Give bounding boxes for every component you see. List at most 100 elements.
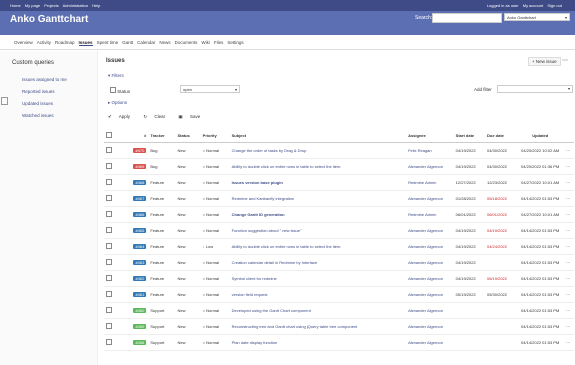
row-checkbox[interactable] xyxy=(106,211,112,217)
row-actions-icon[interactable]: ⋯ xyxy=(564,142,574,159)
status-checkbox[interactable] xyxy=(110,87,116,93)
row-select[interactable] xyxy=(104,270,116,287)
top-link-help[interactable]: Help xyxy=(92,3,100,8)
sidebar-item-updated[interactable]: Updated issues xyxy=(22,98,97,110)
row-checkbox[interactable] xyxy=(106,179,112,185)
row-actions-icon[interactable]: ⋯ xyxy=(564,334,574,351)
issue-subject-link[interactable]: Redmine and Kanbanfly integration xyxy=(232,196,295,201)
table-row[interactable]: #464 Feature New ↓ Low Ability to double cli… xyxy=(104,238,574,255)
issue-id-badge[interactable]: #470 xyxy=(133,148,147,153)
row-actions-icon[interactable]: ⋯ xyxy=(564,286,574,303)
tab-spent-time[interactable]: Spent time xyxy=(97,40,119,45)
row-checkbox[interactable] xyxy=(106,195,112,201)
issue-subject-link[interactable]: Reconstructing tree and Gantt chart usin… xyxy=(232,324,358,329)
tab-wiki[interactable]: Wiki xyxy=(201,40,210,45)
issue-subject-link[interactable]: Change Gantt ID generation xyxy=(232,212,285,217)
issue-subject-link[interactable]: Issues version base plugin xyxy=(232,180,283,185)
table-row[interactable]: #467 Feature New = Normal Redmine and Kanban… xyxy=(104,190,574,207)
row-actions-icon[interactable]: ⋯ xyxy=(564,238,574,255)
assignee-link[interactable]: Alexander Algernon xyxy=(408,276,443,281)
table-row[interactable]: #459 Support New = Normal Reconstructing tre… xyxy=(104,318,574,335)
issue-subject-link[interactable]: Ability to double click on entire rows i… xyxy=(232,164,342,169)
row-actions-icon[interactable]: ⋯ xyxy=(564,318,574,335)
issue-subject-link[interactable]: Ability to double click on entire rows i… xyxy=(232,244,342,249)
issue-id-badge[interactable]: #458 xyxy=(133,340,147,345)
select-all-header[interactable] xyxy=(104,129,116,143)
row-checkbox[interactable] xyxy=(106,163,112,169)
tab-roadmap[interactable]: Roadmap xyxy=(55,40,75,45)
row-actions-icon[interactable]: ⋯ xyxy=(564,206,574,223)
apply-button[interactable]: ✔ Apply xyxy=(108,114,136,119)
sidebar-item-reported[interactable]: Reported issues xyxy=(22,86,97,98)
col-assignee[interactable]: Assignee xyxy=(406,129,454,143)
assignee-link[interactable]: Redmine Admin xyxy=(408,212,436,217)
tab-overview[interactable]: Overview xyxy=(14,40,33,45)
assignee-link[interactable]: Alexander Algernon xyxy=(408,260,443,265)
row-select[interactable] xyxy=(104,190,116,207)
tab-gantt[interactable]: Gantt xyxy=(122,40,133,45)
issue-id-badge[interactable]: #467 xyxy=(133,196,147,201)
row-select[interactable] xyxy=(104,318,116,335)
table-row[interactable]: #468 Feature New = Normal Issues version bas… xyxy=(104,174,574,191)
tab-files[interactable]: Files xyxy=(214,40,224,45)
row-actions-icon[interactable]: ⋯ xyxy=(564,174,574,191)
table-row[interactable]: #462 Feature New = Normal Symbol client for … xyxy=(104,270,574,287)
row-checkbox[interactable] xyxy=(106,147,112,153)
table-row[interactable]: #465 Feature New = Normal Function suggestio… xyxy=(104,222,574,239)
row-checkbox[interactable] xyxy=(106,227,112,233)
tab-issues[interactable]: Issues xyxy=(78,40,93,46)
issue-id-badge[interactable]: #459 xyxy=(133,324,147,329)
assignee-link[interactable]: Alexander Algernon xyxy=(408,308,443,313)
assignee-link[interactable]: Alexander Algernon xyxy=(408,340,443,345)
assignee-link[interactable]: Felix Reagan xyxy=(408,148,432,153)
row-select[interactable] xyxy=(104,142,116,159)
assignee-link[interactable]: Alexander Algernon xyxy=(408,164,443,169)
search-input[interactable] xyxy=(432,13,502,23)
issue-id-badge[interactable]: #460 xyxy=(133,308,147,313)
top-link-admin[interactable]: Administration xyxy=(63,3,88,8)
issue-id-badge[interactable]: #461 xyxy=(133,292,147,297)
col-priority[interactable]: Priority xyxy=(200,129,230,143)
table-row[interactable]: #460 Support New = Normal Developed using th… xyxy=(104,302,574,319)
issue-subject-link[interactable]: Function suggestion about " new issue" xyxy=(232,228,302,233)
issue-id-badge[interactable]: #463 xyxy=(133,260,147,265)
sign-out-link[interactable]: Sign out xyxy=(547,3,562,8)
tab-documents[interactable]: Documents xyxy=(175,40,198,45)
col-status[interactable]: Status xyxy=(175,129,201,143)
select-all-checkbox[interactable] xyxy=(106,132,112,138)
row-checkbox[interactable] xyxy=(106,291,112,297)
options-toggle[interactable]: ▸ Options xyxy=(108,100,127,106)
row-actions-icon[interactable]: ⋯ xyxy=(564,158,574,175)
row-select[interactable] xyxy=(104,174,116,191)
row-checkbox[interactable] xyxy=(106,259,112,265)
sidebar-toggle-icon[interactable] xyxy=(1,97,8,105)
row-select[interactable] xyxy=(104,222,116,239)
row-actions-icon[interactable]: ⋯ xyxy=(564,222,574,239)
issue-id-badge[interactable]: #465 xyxy=(133,228,147,233)
assignee-link[interactable]: Redmine Admin xyxy=(408,180,436,185)
issue-subject-link[interactable]: version field request xyxy=(232,292,268,297)
top-link-projects[interactable]: Projects xyxy=(44,3,58,8)
issue-subject-link[interactable]: Plan date display function xyxy=(232,340,278,345)
row-checkbox[interactable] xyxy=(106,339,112,345)
issue-id-badge[interactable]: #466 xyxy=(133,212,147,217)
more-menu-icon[interactable]: ⋯ xyxy=(562,57,568,64)
filters-toggle[interactable]: ▾ Filters xyxy=(108,73,124,79)
issue-subject-link[interactable]: Creation calendar detail in Redmine by I… xyxy=(232,260,318,265)
issue-subject-link[interactable]: Change the order of tasks by Drag & Drop xyxy=(232,148,307,153)
issue-id-badge[interactable]: #469 xyxy=(133,164,147,169)
row-actions-icon[interactable]: ⋯ xyxy=(564,254,574,271)
sidebar-item-watched[interactable]: Watched issues xyxy=(22,110,97,122)
clear-button[interactable]: ↻ Clear xyxy=(143,114,171,119)
row-actions-icon[interactable]: ⋯ xyxy=(564,302,574,319)
row-select[interactable] xyxy=(104,206,116,223)
sidebar-item-assigned[interactable]: Issues assigned to me xyxy=(22,74,97,86)
col-updated[interactable]: Updated xyxy=(516,129,565,143)
row-actions-icon[interactable]: ⋯ xyxy=(564,190,574,207)
row-checkbox[interactable] xyxy=(106,323,112,329)
row-checkbox[interactable] xyxy=(106,243,112,249)
table-row[interactable]: #470 Bug New = Normal Change the order of ta… xyxy=(104,142,574,159)
table-row[interactable]: #458 Support New = Normal Plan date display … xyxy=(104,334,574,351)
issue-subject-link[interactable]: Developed using the Gantt Chart componen… xyxy=(232,308,311,313)
col-tracker[interactable]: Tracker xyxy=(148,129,176,143)
